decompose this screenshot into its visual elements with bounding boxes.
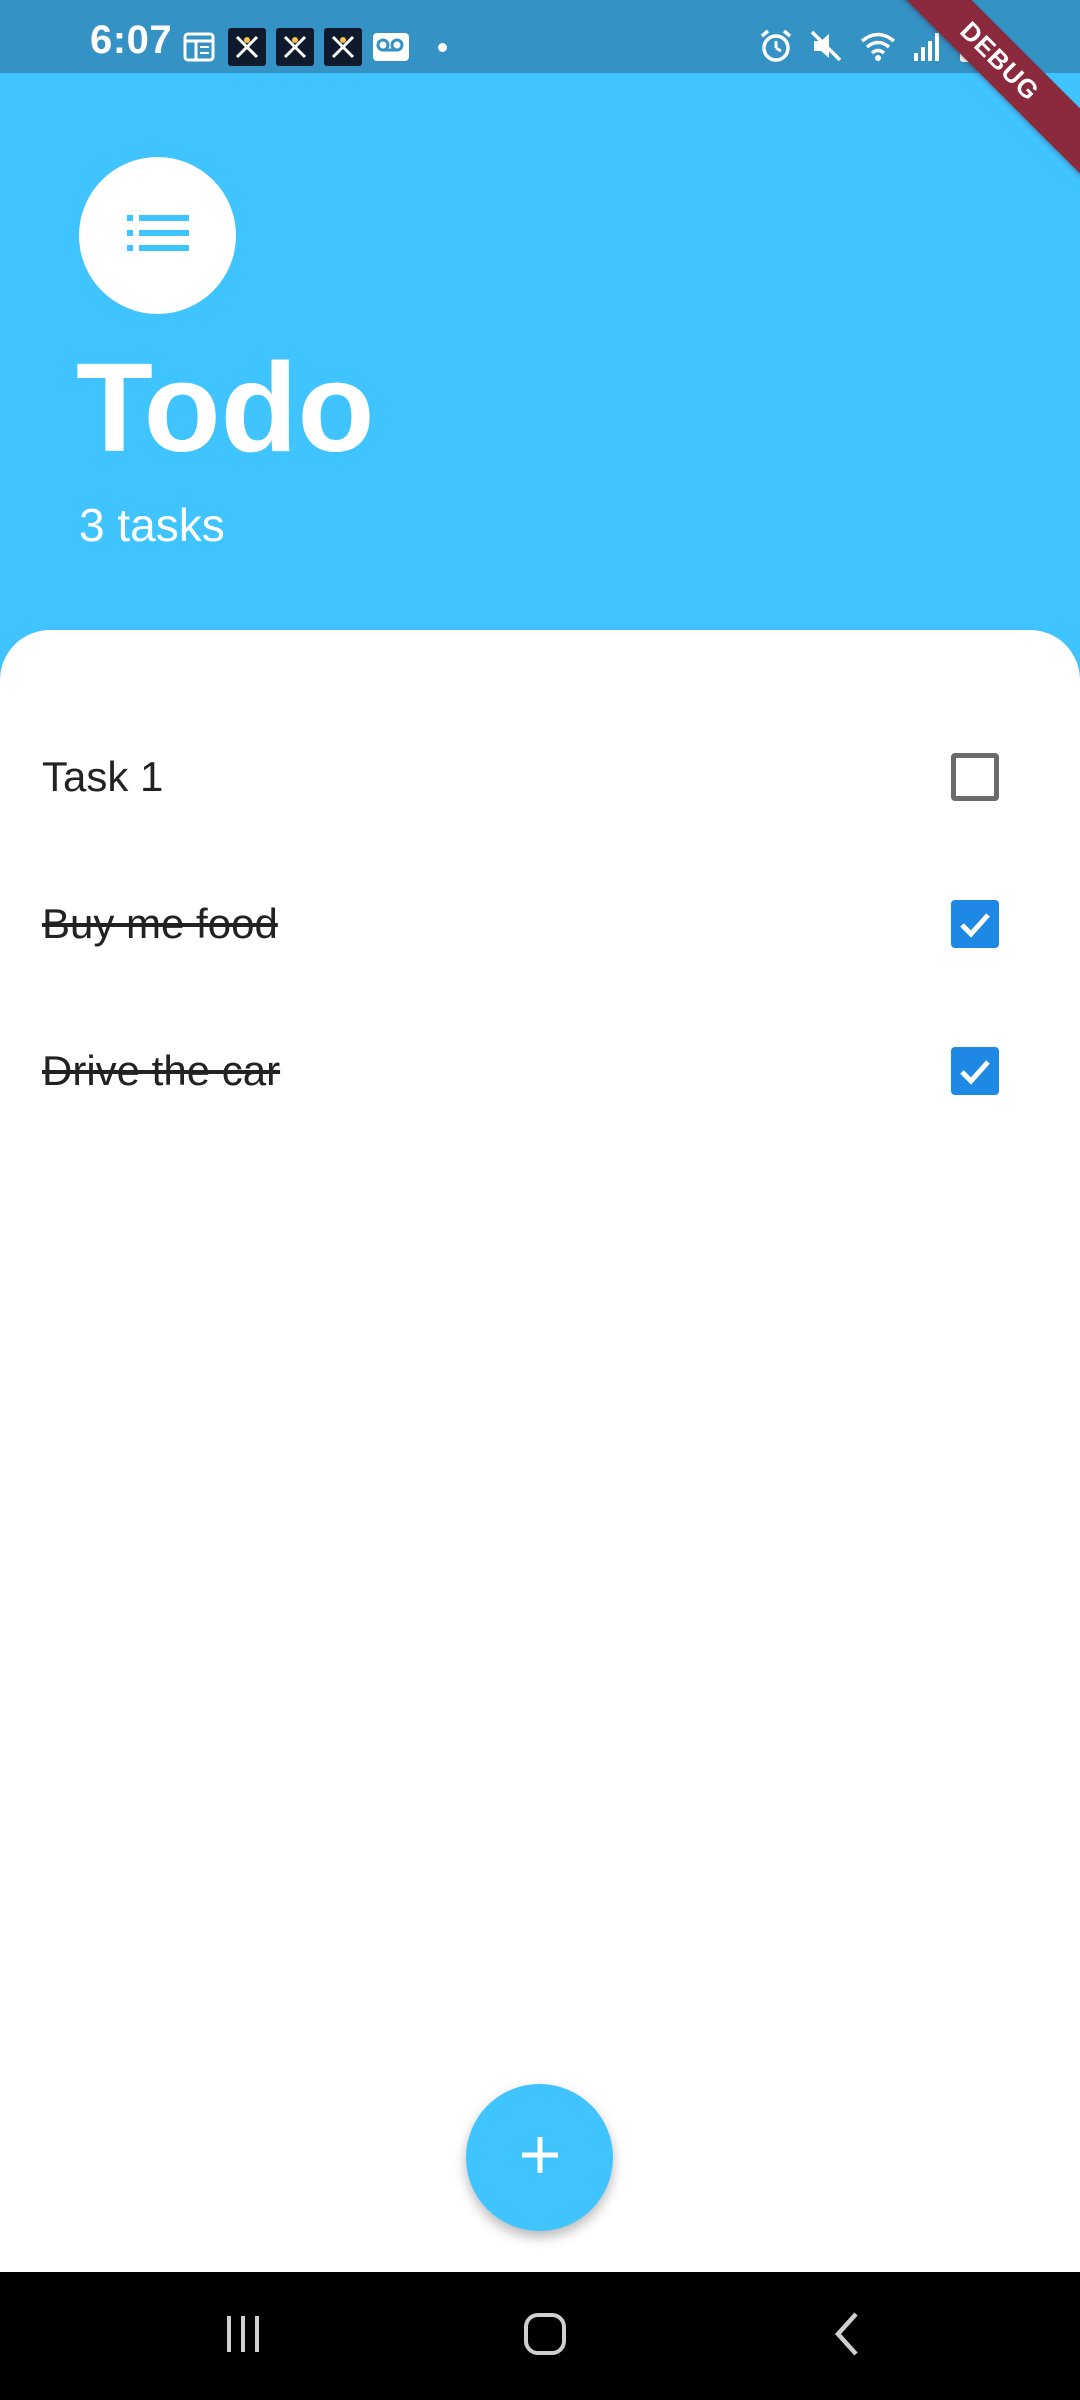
home-icon	[521, 2310, 569, 2363]
check-icon	[960, 913, 990, 938]
system-nav-bar	[0, 2272, 1080, 2400]
list-icon	[126, 213, 189, 258]
task-checkbox-checked[interactable]	[951, 1047, 999, 1095]
task-row[interactable]: Task 1	[0, 712, 1080, 842]
alarm-icon	[758, 28, 794, 69]
page-title: Todo	[76, 337, 375, 478]
task-count: 3 tasks	[79, 499, 225, 551]
task-label: Drive the car	[42, 1047, 281, 1094]
task-row[interactable]: Drive the car	[0, 1006, 1080, 1136]
voicemail-icon	[372, 28, 410, 66]
task-checkbox-unchecked[interactable]	[951, 753, 999, 801]
check-icon	[960, 1060, 990, 1085]
recents-button[interactable]	[203, 2302, 283, 2370]
wifi-icon	[858, 28, 898, 69]
status-bar: 6:07 DEBUG	[0, 0, 1080, 177]
more-notifications-dot	[438, 42, 447, 52]
recents-icon	[221, 2312, 265, 2361]
news-icon	[180, 28, 218, 66]
status-time: 6:07	[90, 18, 173, 62]
app-notification-icon	[228, 28, 266, 66]
plus-icon	[518, 2133, 562, 2182]
mute-icon	[808, 28, 844, 69]
app-notification-icon	[276, 28, 314, 66]
task-row[interactable]: Buy me food	[0, 859, 1080, 989]
task-checkbox-checked[interactable]	[951, 900, 999, 948]
back-icon	[828, 2310, 868, 2363]
task-label: Buy me food	[42, 900, 278, 947]
add-task-button[interactable]	[466, 2084, 613, 2231]
home-button[interactable]	[505, 2302, 585, 2370]
task-label: Task 1	[42, 753, 164, 800]
todo-app-screen: 6:07 DEBUG Todo 3 tasks Task 1 Buy me fo…	[0, 0, 1080, 2400]
signal-icon	[912, 29, 944, 68]
app-notification-icon	[324, 28, 362, 66]
task-list: Task 1 Buy me food Drive the car	[0, 630, 1080, 2272]
notification-icons	[180, 28, 447, 66]
back-button[interactable]	[808, 2302, 888, 2370]
list-icon-avatar	[79, 157, 236, 314]
debug-banner: DEBUG	[884, 0, 1080, 177]
